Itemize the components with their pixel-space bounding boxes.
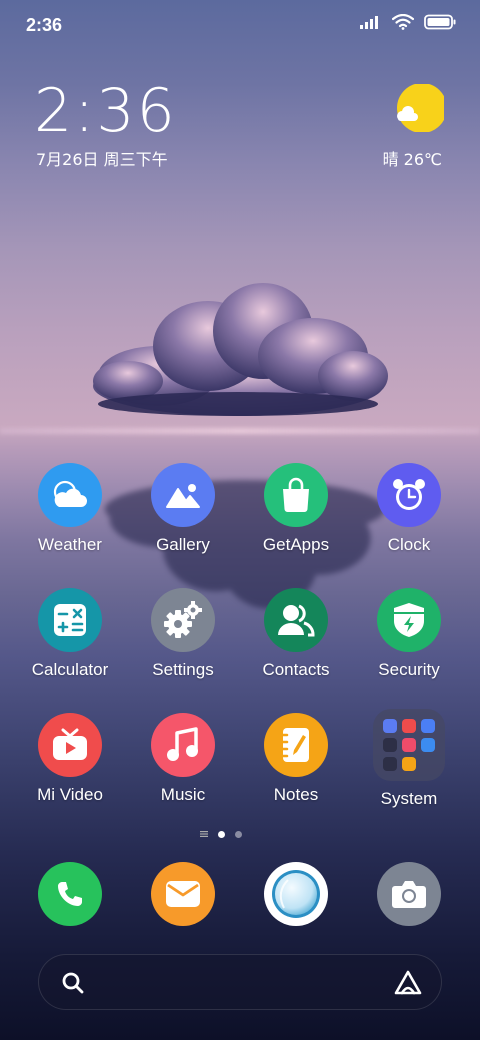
- page-indicator[interactable]: [200, 830, 242, 838]
- camera-icon[interactable]: [377, 862, 441, 926]
- status-icons: [360, 14, 456, 30]
- app-label: Gallery: [156, 535, 210, 554]
- page-dot: [235, 830, 242, 838]
- app-label: GetApps: [262, 535, 330, 554]
- folder-mini-empty: [421, 757, 435, 771]
- phone-icon[interactable]: [38, 862, 102, 926]
- messaging-icon[interactable]: [151, 862, 215, 926]
- getapps-icon: [264, 463, 328, 527]
- folder-mini-icon: [421, 738, 435, 752]
- sunny-cloud-icon[interactable]: [396, 84, 444, 132]
- app-gallery[interactable]: Gallery: [128, 463, 238, 555]
- signal-icon: [360, 16, 378, 29]
- app-calculator[interactable]: Calculator: [15, 588, 125, 680]
- clock-widget-time[interactable]: 2:36: [34, 76, 177, 146]
- folder-mini-icon: [383, 757, 397, 771]
- folder-mini-icon: [402, 738, 416, 752]
- folder-mini-icon: [402, 757, 416, 771]
- app-weather[interactable]: Weather: [15, 463, 125, 555]
- search-bar[interactable]: [38, 954, 442, 1010]
- status-bar: 2:36: [0, 0, 480, 50]
- app-label: Security: [378, 660, 440, 679]
- notes-icon: [264, 713, 328, 777]
- contacts-icon: [264, 588, 328, 652]
- app-label: System: [380, 789, 438, 808]
- app-notes[interactable]: Notes: [241, 713, 351, 805]
- clock-widget-date[interactable]: 7月26日 周三下午: [36, 146, 168, 170]
- folder-mini-icon: [402, 719, 416, 733]
- folder-mini-icon: [383, 719, 397, 733]
- calculator-icon: [38, 588, 102, 652]
- app-music[interactable]: Music: [128, 713, 238, 805]
- app-label: Settings: [152, 660, 214, 679]
- weather-icon: [38, 463, 102, 527]
- app-settings[interactable]: Settings: [128, 588, 238, 680]
- minus-screen-indicator-icon: [200, 831, 208, 837]
- app-clock[interactable]: Clock: [354, 463, 464, 555]
- app-getapps[interactable]: GetApps: [241, 463, 351, 555]
- battery-icon: [424, 14, 456, 30]
- weather-condition: 晴: [382, 150, 399, 169]
- music-icon: [151, 713, 215, 777]
- app-vault-icon[interactable]: [393, 969, 423, 997]
- app-label: Music: [160, 785, 206, 804]
- app-mi-video[interactable]: Mi Video: [15, 713, 125, 805]
- wifi-icon: [392, 14, 414, 30]
- app-label: Weather: [38, 535, 102, 554]
- clock-icon: [377, 463, 441, 527]
- page-dot-active: [218, 830, 225, 838]
- app-label: Notes: [273, 785, 319, 804]
- app-label: Calculator: [31, 660, 109, 679]
- app-label: Mi Video: [37, 785, 103, 804]
- settings-icon: [151, 588, 215, 652]
- app-contacts[interactable]: Contacts: [241, 588, 351, 680]
- horizon-glow: [0, 428, 480, 434]
- weather-widget-text[interactable]: 晴 26℃: [383, 146, 442, 170]
- status-time: 2:36: [26, 15, 63, 35]
- browser-icon[interactable]: [264, 862, 328, 926]
- mi-video-icon: [38, 713, 102, 777]
- cloud-image: [93, 283, 388, 416]
- weather-temperature: 26℃: [403, 150, 442, 169]
- folder-mini-icon: [421, 719, 435, 733]
- search-icon: [62, 972, 84, 994]
- app-system-folder[interactable]: System: [354, 709, 464, 809]
- folder-mini-icon: [383, 738, 397, 752]
- security-icon: [377, 588, 441, 652]
- gallery-icon: [151, 463, 215, 527]
- app-security[interactable]: Security: [354, 588, 464, 680]
- system-folder-icon: [373, 709, 445, 781]
- app-label: Contacts: [262, 660, 330, 679]
- app-label: Clock: [387, 535, 431, 554]
